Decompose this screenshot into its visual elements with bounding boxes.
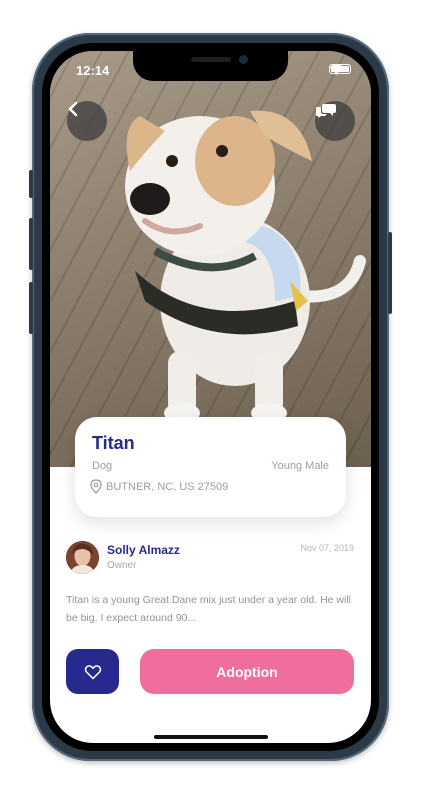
- chevron-left-icon: [68, 101, 78, 117]
- favorite-button[interactable]: [66, 649, 119, 694]
- adoption-button[interactable]: Adoption: [140, 649, 354, 694]
- pet-age-gender: Young Male: [271, 460, 329, 472]
- owner-avatar[interactable]: [66, 541, 99, 574]
- chat-button[interactable]: [315, 101, 355, 141]
- owner-name[interactable]: Solly Almazz: [107, 543, 180, 557]
- pet-description: Titan is a young Great Dane mix just und…: [66, 594, 351, 624]
- post-date: Nov 07, 2019: [300, 543, 354, 553]
- camera-notch: [133, 51, 288, 81]
- chat-bubbles-icon: [316, 104, 336, 118]
- volume-up-button: [29, 218, 33, 270]
- volume-down-button: [29, 282, 33, 334]
- pet-species: Dog: [92, 460, 113, 472]
- heart-icon: [84, 664, 101, 679]
- location-pin-icon: [90, 479, 102, 494]
- pet-info-card: Titan Dog Young Male BUTNER, NC, US 2750…: [75, 417, 346, 517]
- home-indicator[interactable]: [154, 735, 268, 739]
- silent-switch: [29, 170, 33, 198]
- pet-location-text: BUTNER, NC, US 27509: [106, 480, 229, 493]
- status-time: 12:14: [76, 63, 110, 78]
- pet-location: BUTNER, NC, US 27509: [90, 479, 228, 494]
- speaker-grille: [191, 57, 231, 62]
- power-button: [388, 232, 392, 314]
- avatar-image: [66, 541, 99, 574]
- front-camera: [239, 55, 248, 64]
- pet-photo: 12:14: [50, 51, 371, 467]
- status-icons: [329, 64, 351, 75]
- pet-name: Titan: [92, 433, 135, 453]
- battery-icon: [329, 64, 351, 74]
- back-button[interactable]: [67, 101, 107, 141]
- owner-role: Owner: [107, 560, 137, 571]
- screen: 12:14 Titan Dog Young Male BUTNER, NC, U…: [50, 51, 371, 743]
